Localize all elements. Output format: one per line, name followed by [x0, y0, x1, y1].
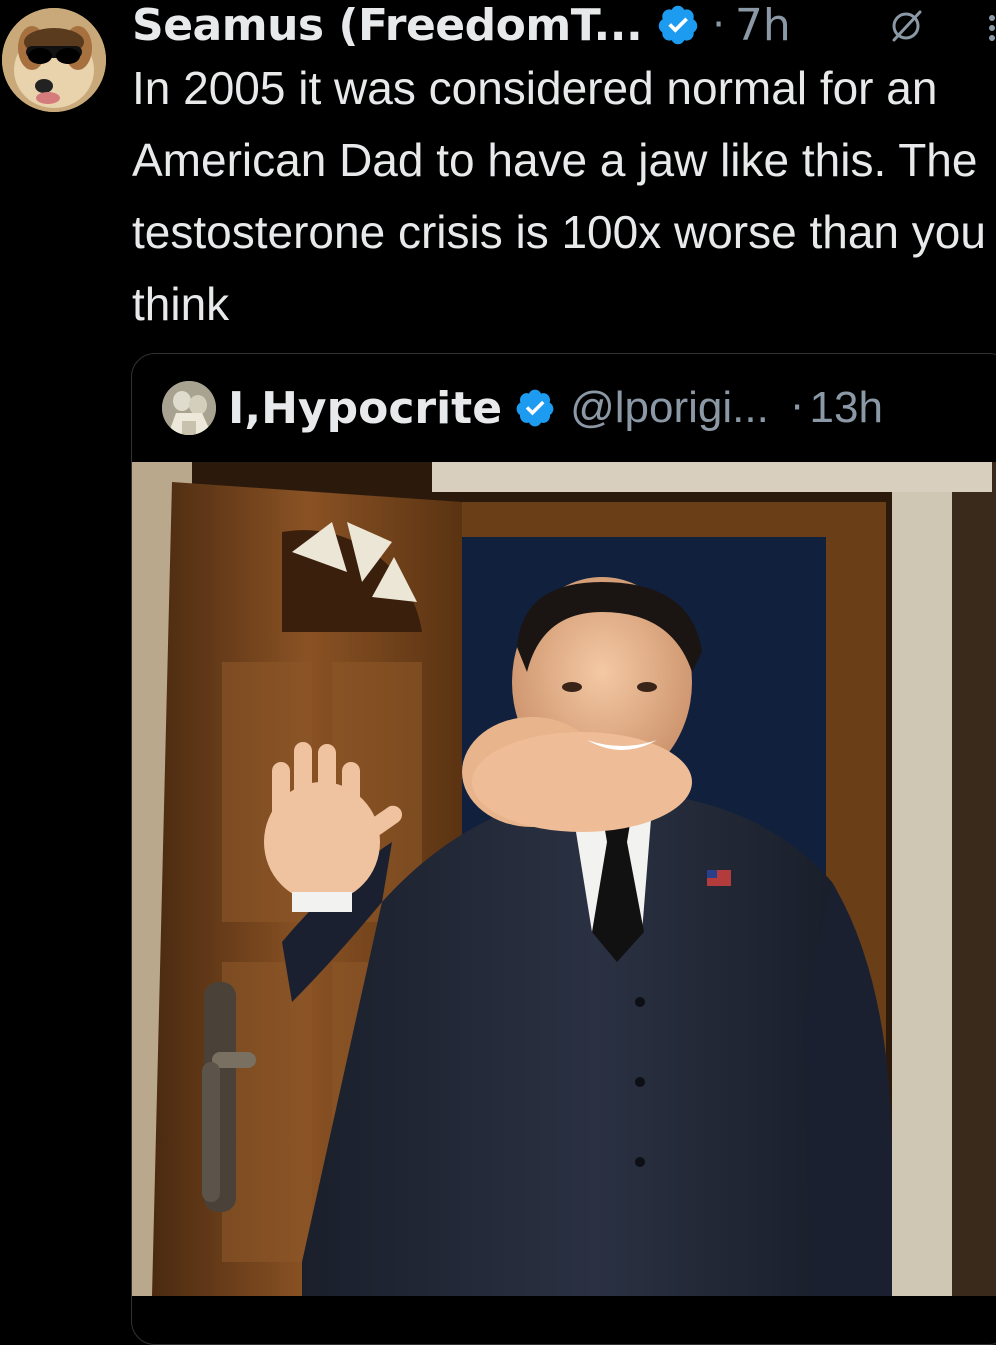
- author-display-name[interactable]: Seamus (FreedomT...: [132, 0, 643, 51]
- tweet[interactable]: Seamus (FreedomT... · 7h In 2005 it was …: [0, 0, 996, 1345]
- quoted-tweet-timestamp[interactable]: 13h: [810, 383, 883, 433]
- quoted-tweet-card[interactable]: I,Hypocrite @lporigi... · 13h: [131, 353, 996, 1345]
- header-separator: ·: [712, 2, 725, 48]
- quoted-author-avatar[interactable]: [162, 381, 216, 435]
- tweet-timestamp[interactable]: 7h: [735, 0, 791, 51]
- statue-avatar-icon: [162, 381, 216, 435]
- quoted-tweet-header: I,Hypocrite @lporigi... · 13h: [162, 378, 883, 438]
- verified-badge-icon[interactable]: [514, 387, 556, 429]
- dog-with-sunglasses-avatar-icon: [2, 8, 106, 112]
- quoted-author-display-name[interactable]: I,Hypocrite: [228, 383, 502, 434]
- quoted-header-separator: ·: [790, 385, 804, 431]
- grok-icon[interactable]: [886, 6, 926, 46]
- verified-badge-icon[interactable]: [656, 3, 700, 47]
- more-options-icon[interactable]: [984, 12, 996, 44]
- tweet-text: In 2005 it was considered normal for an …: [132, 62, 986, 330]
- quoted-tweet-photo[interactable]: [132, 462, 996, 1296]
- author-avatar[interactable]: [2, 8, 106, 112]
- photo-man-in-suit-waving-at-door-icon: [132, 462, 996, 1296]
- tweet-header: Seamus (FreedomT... · 7h: [132, 0, 791, 51]
- quoted-author-handle[interactable]: @lporigi...: [570, 383, 769, 433]
